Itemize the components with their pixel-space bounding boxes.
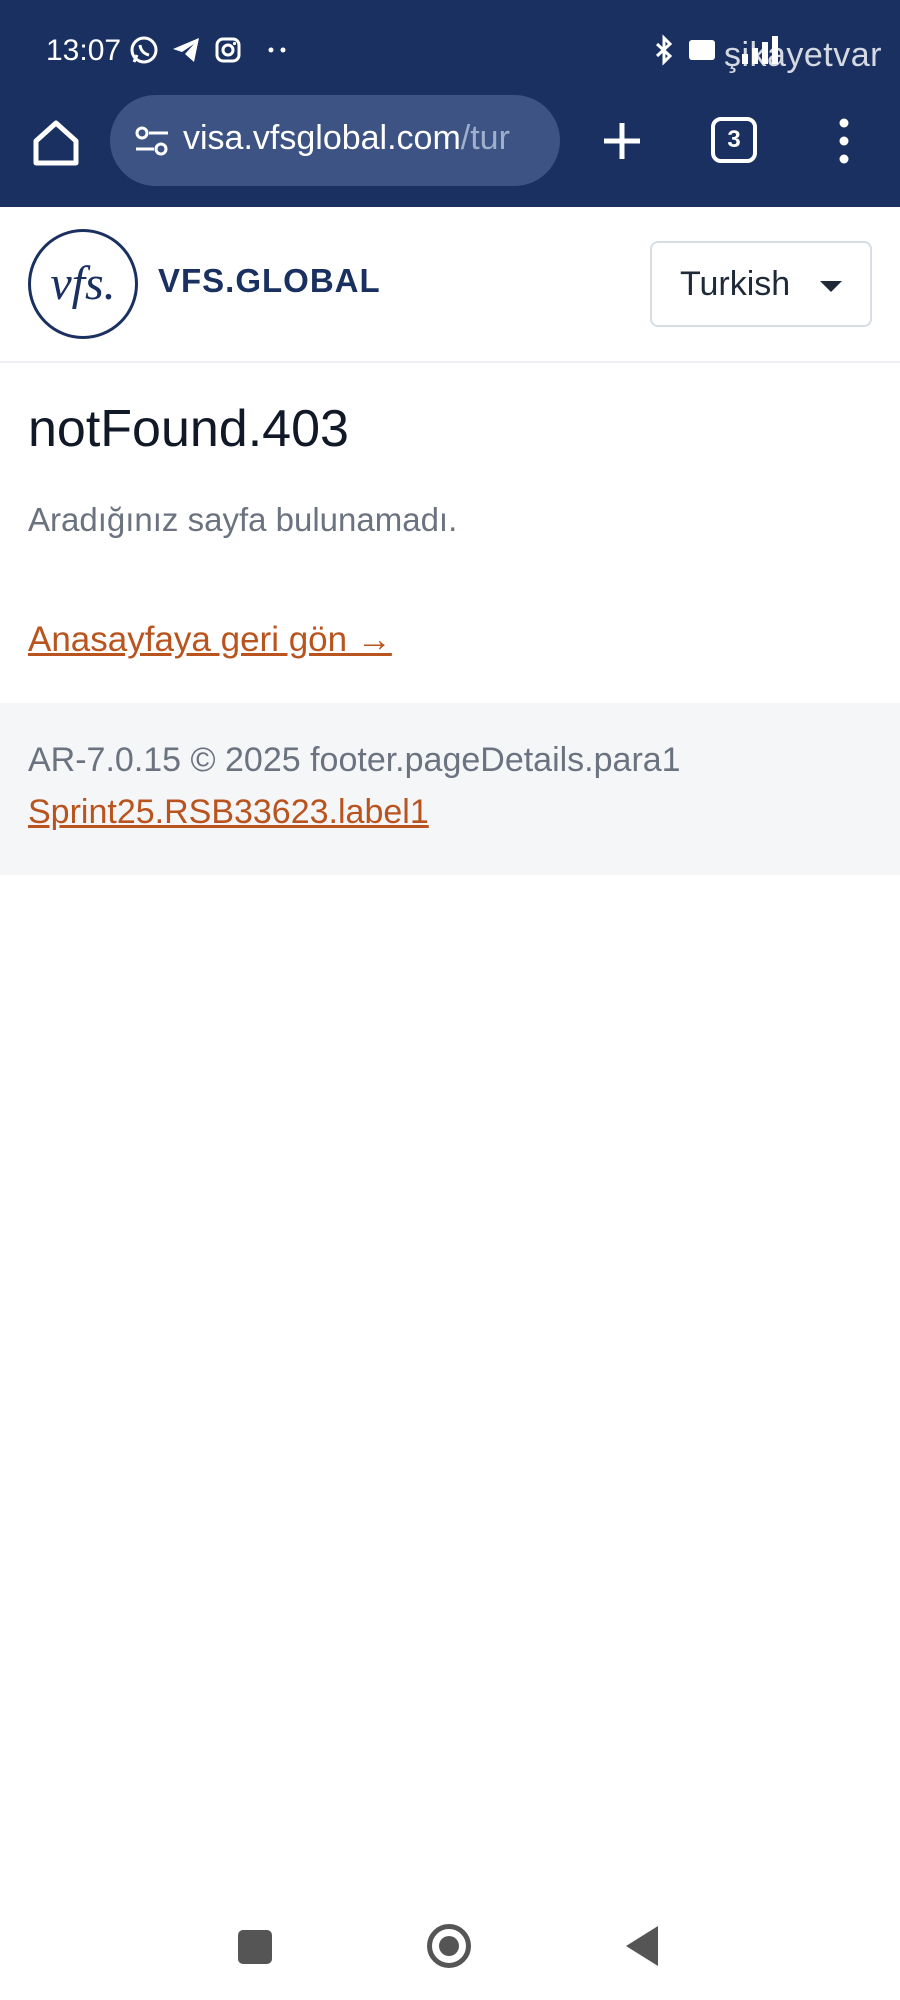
- vfs-logo[interactable]: vfs.: [28, 229, 138, 339]
- back-to-home-link[interactable]: Anasayfaya geri gön →: [28, 620, 392, 660]
- main-content: notFound.403 Aradığınız sayfa bulunamadı…: [0, 363, 900, 703]
- logo-mark: vfs.: [50, 257, 116, 310]
- watermark: şikayetvar: [723, 36, 882, 74]
- recent-apps-icon[interactable]: [238, 1930, 272, 1964]
- telegram-icon: [173, 38, 199, 62]
- whatsapp-icon: [130, 36, 158, 64]
- bluetooth-icon: [655, 34, 673, 66]
- caret-down-icon: [820, 281, 842, 292]
- instagram-icon: [215, 37, 241, 63]
- footer-link[interactable]: Sprint25.RSB33623.label1: [28, 793, 429, 832]
- android-nav-bar: [0, 1900, 900, 2000]
- language-label: Turkish: [680, 265, 791, 303]
- browser-chrome: 13:07 şikayetvar visa.vfsglobal.com/tur …: [0, 0, 900, 207]
- address-bar-row: visa.vfsglobal.com/tur 3: [0, 95, 900, 207]
- back-icon[interactable]: [626, 1926, 658, 1966]
- home-icon[interactable]: [28, 115, 84, 171]
- url-text: visa.vfsglobal.com/tur: [183, 119, 543, 158]
- page-title: notFound.403: [28, 400, 349, 458]
- error-description: Aradığınız sayfa bulunamadı.: [28, 501, 458, 538]
- footer-text: AR-7.0.15 © 2025 footer.pageDetails.para…: [28, 741, 681, 779]
- logo-wordmark[interactable]: VFS.GLOBAL: [158, 262, 381, 300]
- url-path: /tur: [460, 119, 510, 157]
- url-host: visa.vfsglobal.com: [183, 119, 461, 157]
- more-dots-icon: [268, 47, 286, 53]
- nav-home-dot: [439, 1936, 459, 1956]
- status-time: 13:07: [46, 34, 122, 67]
- tab-switcher-icon[interactable]: 3: [711, 117, 757, 163]
- site-header: vfs. VFS.GLOBAL Turkish: [0, 207, 900, 363]
- nav-home-icon[interactable]: [427, 1924, 471, 1968]
- url-field[interactable]: visa.vfsglobal.com/tur: [110, 95, 560, 186]
- new-tab-icon[interactable]: [594, 113, 650, 169]
- language-select[interactable]: Turkish: [650, 241, 872, 327]
- menu-icon[interactable]: [826, 113, 862, 169]
- site-settings-icon[interactable]: [132, 121, 172, 161]
- status-bar: 13:07 şikayetvar: [0, 0, 900, 95]
- volte-icon: [689, 40, 715, 60]
- footer: AR-7.0.15 © 2025 footer.pageDetails.para…: [0, 703, 900, 875]
